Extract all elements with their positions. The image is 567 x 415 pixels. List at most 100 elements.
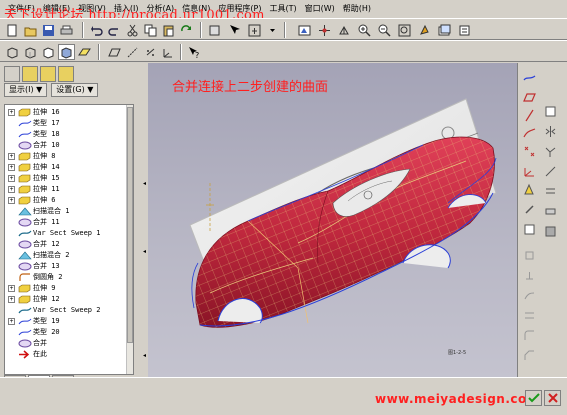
- zoom-out-icon[interactable]: [376, 22, 393, 38]
- datum-axis-icon[interactable]: [521, 107, 537, 123]
- menu-item-9[interactable]: 帮助(H): [339, 0, 375, 18]
- repaint-icon[interactable]: [296, 22, 313, 38]
- print-icon[interactable]: [58, 22, 75, 38]
- graphics-viewport[interactable]: 图1-2-5 合并连接上二步创建的曲面: [148, 63, 517, 377]
- solidify-icon[interactable]: [542, 223, 558, 239]
- redo-icon[interactable]: [106, 22, 123, 38]
- tree-row[interactable]: 扫描混合 1: [5, 206, 131, 217]
- cut-icon[interactable]: [124, 22, 141, 38]
- tree-row[interactable]: 合并: [5, 338, 131, 349]
- chamfer-tool-icon[interactable]: [521, 347, 537, 363]
- folder-browser-tab-icon[interactable]: [22, 66, 38, 82]
- wireframe-icon[interactable]: [4, 44, 21, 60]
- menu-item-4[interactable]: 分析(A): [142, 0, 178, 18]
- expand-icon[interactable]: +: [8, 175, 15, 182]
- shading-icon[interactable]: [58, 44, 75, 60]
- display-dropdown[interactable]: 显示(I) ▼: [4, 83, 48, 97]
- feature-icon[interactable]: [206, 22, 223, 38]
- copy-paste-icon[interactable]: [521, 221, 537, 237]
- round-tool-icon[interactable]: [521, 327, 537, 343]
- help-context-icon[interactable]: [226, 22, 243, 38]
- model-tree-tab-icon[interactable]: [4, 66, 20, 82]
- menu-item-1[interactable]: 编辑(E): [39, 0, 74, 18]
- tree-row[interactable]: 合并 11: [5, 217, 131, 228]
- layers-icon[interactable]: [456, 22, 473, 38]
- no-hidden-icon[interactable]: [40, 44, 57, 60]
- insert-icon[interactable]: [521, 201, 537, 217]
- undo-icon[interactable]: [88, 22, 105, 38]
- panel-splitter[interactable]: ◂ ◂ ◂: [141, 63, 148, 377]
- tree-row[interactable]: 合并 12: [5, 239, 131, 250]
- spin-center-icon[interactable]: [316, 22, 333, 38]
- tree-row[interactable]: 合并 10: [5, 140, 131, 151]
- tree-row[interactable]: 在此: [5, 349, 131, 360]
- extrude-tool-icon[interactable]: [521, 247, 537, 263]
- blend-tool-icon[interactable]: [521, 307, 537, 323]
- collapse-arrow-icon[interactable]: ◂: [142, 181, 147, 187]
- tree-row[interactable]: + 拉伸 14: [5, 162, 131, 173]
- merge-tool-icon[interactable]: [542, 143, 558, 159]
- collapse-arrow-icon[interactable]: ◂: [142, 353, 147, 359]
- expand-icon[interactable]: +: [8, 296, 15, 303]
- favorites-tab-icon[interactable]: [40, 66, 56, 82]
- scroll-thumb[interactable]: [127, 107, 133, 343]
- menu-item-3[interactable]: 插入(I): [110, 0, 143, 18]
- menu-item-0[interactable]: 文件(F): [4, 0, 39, 18]
- menu-item-8[interactable]: 窗口(W): [301, 0, 339, 18]
- tree-row[interactable]: 扫描混合 2: [5, 250, 131, 261]
- expand-icon[interactable]: +: [8, 109, 15, 116]
- regenerate-icon[interactable]: [178, 22, 195, 38]
- menu-item-5[interactable]: 信息(N): [178, 0, 214, 18]
- revolve-tool-icon[interactable]: [521, 267, 537, 283]
- coord-system-icon[interactable]: [521, 163, 537, 179]
- orient-mode-icon[interactable]: [336, 22, 353, 38]
- menu-item-6[interactable]: 应用程序(P): [214, 0, 265, 18]
- datum-plane-toggle-icon[interactable]: [106, 44, 123, 60]
- tree-row[interactable]: 类型 20: [5, 327, 131, 338]
- tree-scrollbar[interactable]: [126, 105, 133, 374]
- datum-axis-toggle-icon[interactable]: [124, 44, 141, 60]
- copy-icon[interactable]: [142, 22, 159, 38]
- expand-icon[interactable]: +: [8, 153, 15, 160]
- hidden-line-icon[interactable]: [22, 44, 39, 60]
- tree-row[interactable]: + 拉伸 9: [5, 283, 131, 294]
- sketch-tool-icon[interactable]: [521, 69, 537, 85]
- tree-row[interactable]: 类型 17: [5, 118, 131, 129]
- zoom-fit-icon[interactable]: [246, 22, 263, 38]
- analysis-feature-icon[interactable]: [521, 181, 537, 197]
- datum-plane-icon[interactable]: [521, 89, 537, 105]
- save-icon[interactable]: [40, 22, 57, 38]
- dropdown-arrow-icon[interactable]: [264, 22, 281, 38]
- tree-row[interactable]: 合并 13: [5, 261, 131, 272]
- zoom-in-icon[interactable]: [356, 22, 373, 38]
- expand-icon[interactable]: +: [8, 318, 15, 325]
- reorient-icon[interactable]: [416, 22, 433, 38]
- mirror-icon[interactable]: [542, 123, 558, 139]
- sketcher-icon[interactable]: [542, 103, 558, 119]
- web-tab-icon[interactable]: [58, 66, 74, 82]
- sweep-tool-icon[interactable]: [521, 287, 537, 303]
- expand-icon[interactable]: +: [8, 186, 15, 193]
- tree-row[interactable]: + 拉伸 12: [5, 294, 131, 305]
- trim-icon[interactable]: [542, 163, 558, 179]
- apply-button[interactable]: [525, 390, 542, 406]
- datum-curve-icon[interactable]: [521, 125, 537, 141]
- tree-row[interactable]: 倒圆角 2: [5, 272, 131, 283]
- datum-point-icon[interactable]: [521, 143, 537, 159]
- tree-row[interactable]: + 拉伸 8: [5, 151, 131, 162]
- settings-dropdown[interactable]: 设置(G) ▼: [51, 83, 99, 97]
- coord-sys-toggle-icon[interactable]: [160, 44, 177, 60]
- saved-views-icon[interactable]: [436, 22, 453, 38]
- refit-icon[interactable]: [396, 22, 413, 38]
- car-surface-model[interactable]: 图1-2-5: [148, 63, 517, 377]
- whats-this-icon[interactable]: ?: [186, 44, 203, 60]
- tree-row[interactable]: + 拉伸 11: [5, 184, 131, 195]
- collapse-arrow-icon[interactable]: ◂: [142, 249, 147, 255]
- thicken-icon[interactable]: [542, 203, 558, 219]
- paste-icon[interactable]: [160, 22, 177, 38]
- expand-icon[interactable]: +: [8, 197, 15, 204]
- datum-point-toggle-icon[interactable]: [142, 44, 159, 60]
- expand-icon[interactable]: +: [8, 164, 15, 171]
- cancel-button[interactable]: [544, 390, 561, 406]
- new-file-icon[interactable]: [4, 22, 21, 38]
